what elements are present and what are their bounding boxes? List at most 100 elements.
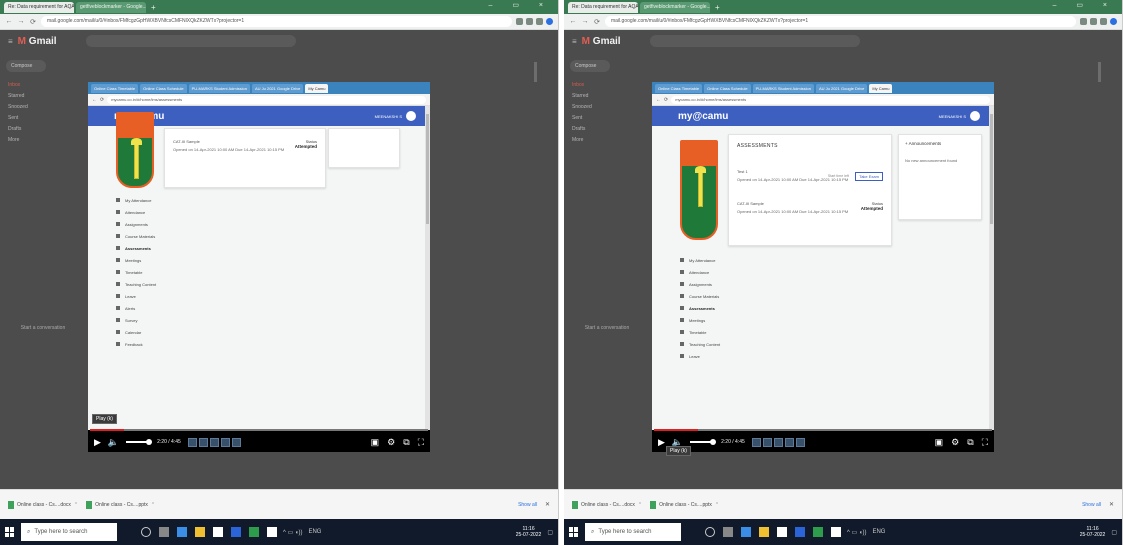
app-icon[interactable] [267, 527, 277, 537]
store-icon[interactable] [213, 527, 223, 537]
word-icon[interactable] [795, 527, 805, 537]
windows-start-icon[interactable] [569, 527, 579, 537]
sidebar-item-sent[interactable]: Sent [8, 113, 88, 124]
settings-icon[interactable]: ⚙ [387, 437, 395, 448]
video-player[interactable]: Online Class Timetable Online Class Sche… [88, 82, 430, 452]
sidebar-item-inbox[interactable]: Inbox [572, 80, 652, 91]
folder-icon[interactable] [759, 527, 769, 537]
hangouts-prompt[interactable]: Start a conversation [18, 325, 68, 331]
cortana-icon[interactable] [141, 527, 151, 537]
close-icon[interactable]: ✕ [545, 501, 550, 508]
new-tab-button[interactable]: + [712, 3, 723, 12]
notifications-icon[interactable]: ▢ [1111, 529, 1117, 536]
notifications-icon[interactable]: ▢ [547, 529, 553, 536]
show-all-link[interactable]: Show all [518, 502, 537, 508]
browser-tab[interactable]: getfiveblockmarker - Google... [640, 1, 710, 13]
task-view-icon[interactable] [723, 527, 733, 537]
miniplayer-icon[interactable]: ⧉ [967, 437, 973, 448]
volume-icon[interactable]: 🔈 [108, 437, 119, 448]
star-icon[interactable] [526, 18, 533, 25]
browser-tab[interactable]: Re: Data requirement for AQAR 2... [4, 1, 74, 13]
word-icon[interactable] [231, 527, 241, 537]
clock[interactable]: 11:16 25-07-2022 [516, 526, 542, 538]
sidebar-item-starred[interactable]: Starred [8, 91, 88, 102]
menu-icon[interactable]: ≡ [572, 37, 577, 46]
gmail-search[interactable] [649, 35, 860, 47]
clock[interactable]: 11:16 25-07-2022 [1080, 526, 1106, 538]
download-item[interactable]: Online class - Cs....docx ⌃ [572, 500, 642, 509]
task-view-icon[interactable] [159, 527, 169, 537]
back-icon: ← [656, 96, 661, 103]
progress-bar[interactable] [90, 429, 428, 431]
back-icon[interactable]: ← [5, 18, 13, 25]
system-tray[interactable]: ^ ▭ ◖)) [847, 529, 866, 536]
volume-slider[interactable] [126, 439, 153, 445]
windows-taskbar: ⌕ Type here to search ^ ▭ ◖)) ENG 11:16 25… [564, 519, 1122, 545]
menu-icon[interactable]: ≡ [8, 37, 13, 46]
reload-icon[interactable]: ⟳ [29, 18, 37, 26]
play-icon[interactable]: ▶ [94, 437, 101, 448]
sidebar-item-drafts[interactable]: Drafts [572, 124, 652, 135]
browser-tab[interactable]: getfiveblockmarker - Google... [76, 1, 146, 13]
reload-icon[interactable]: ⟳ [593, 18, 601, 26]
download-item[interactable]: Online class - Cs....pptx ⌃ [650, 500, 719, 509]
taskbar-search[interactable]: ⌕ Type here to search [21, 523, 117, 541]
new-tab-button[interactable]: + [148, 3, 159, 12]
video-player[interactable]: Online Class Timetable Online Class Sche… [652, 82, 994, 456]
system-tray[interactable]: ^ ▭ ◖)) [283, 529, 302, 536]
folder-icon[interactable] [195, 527, 205, 537]
subtitles-icon[interactable]: ▣ [371, 437, 380, 448]
volume-slider[interactable] [690, 439, 717, 445]
subtitles-icon[interactable]: ▣ [935, 437, 944, 448]
extension-icon[interactable] [1100, 18, 1107, 25]
assessment-item: CAT-III Sample Opened on 14-Apr-2021 10:… [173, 139, 317, 152]
window-controls[interactable]: – ▭ × [489, 1, 552, 9]
edge-icon[interactable] [177, 527, 187, 537]
edge-icon[interactable] [741, 527, 751, 537]
sidebar-item-more[interactable]: More [572, 135, 652, 146]
close-icon[interactable]: ✕ [1109, 501, 1114, 508]
hangouts-prompt[interactable]: Start a conversation [582, 325, 632, 331]
taskbar-search[interactable]: ⌕ Type here to search [585, 523, 681, 541]
store-icon[interactable] [777, 527, 787, 537]
app-icon[interactable] [831, 527, 841, 537]
chrome-icon[interactable] [249, 527, 259, 537]
extension-icon[interactable] [536, 18, 543, 25]
cortana-icon[interactable] [705, 527, 715, 537]
gmail-search[interactable] [85, 35, 296, 47]
play-icon[interactable]: ▶ [658, 437, 665, 448]
show-all-link[interactable]: Show all [1082, 502, 1101, 508]
progress-bar[interactable] [654, 429, 992, 431]
profile-avatar[interactable] [1110, 18, 1117, 25]
sidebar-item-more[interactable]: More [8, 135, 88, 146]
compose-button[interactable]: Compose [6, 60, 46, 72]
forward-icon[interactable]: → [17, 18, 25, 25]
fullscreen-icon[interactable]: ⛶ [982, 437, 988, 448]
chrome-icon[interactable] [813, 527, 823, 537]
star-icon[interactable] [1090, 18, 1097, 25]
sidebar-item-drafts[interactable]: Drafts [8, 124, 88, 135]
settings-icon[interactable]: ⚙ [951, 437, 959, 448]
sidebar-item-snoozed[interactable]: Snoozed [8, 102, 88, 113]
miniplayer-icon[interactable]: ⧉ [403, 437, 409, 448]
fullscreen-icon[interactable]: ⛶ [418, 437, 424, 448]
sidebar-item-starred[interactable]: Starred [572, 91, 652, 102]
share-icon[interactable] [1080, 18, 1087, 25]
share-icon[interactable] [516, 18, 523, 25]
profile-avatar[interactable] [546, 18, 553, 25]
language-indicator[interactable]: ENG [308, 529, 321, 535]
download-item[interactable]: Online class - Cs....docx ⌃ [8, 500, 78, 509]
browser-tab[interactable]: Re: Data requirement for AQAR 2... [568, 1, 638, 13]
sidebar-item-inbox[interactable]: Inbox [8, 80, 88, 91]
sidebar-item-snoozed[interactable]: Snoozed [572, 102, 652, 113]
language-indicator[interactable]: ENG [872, 529, 885, 535]
url-field[interactable]: mail.google.com/mail/u/0/#inbox/FMfcgzGp… [605, 16, 1076, 27]
back-icon[interactable]: ← [569, 18, 577, 25]
window-controls[interactable]: – ▭ × [1053, 1, 1116, 9]
compose-button[interactable]: Compose [570, 60, 610, 72]
sidebar-item-sent[interactable]: Sent [572, 113, 652, 124]
windows-start-icon[interactable] [5, 527, 15, 537]
download-item[interactable]: Online class - Cs....pptx ⌃ [86, 500, 155, 509]
url-field[interactable]: mail.google.com/mail/u/0/#inbox/FMfcgzGp… [41, 16, 512, 27]
forward-icon[interactable]: → [581, 18, 589, 25]
